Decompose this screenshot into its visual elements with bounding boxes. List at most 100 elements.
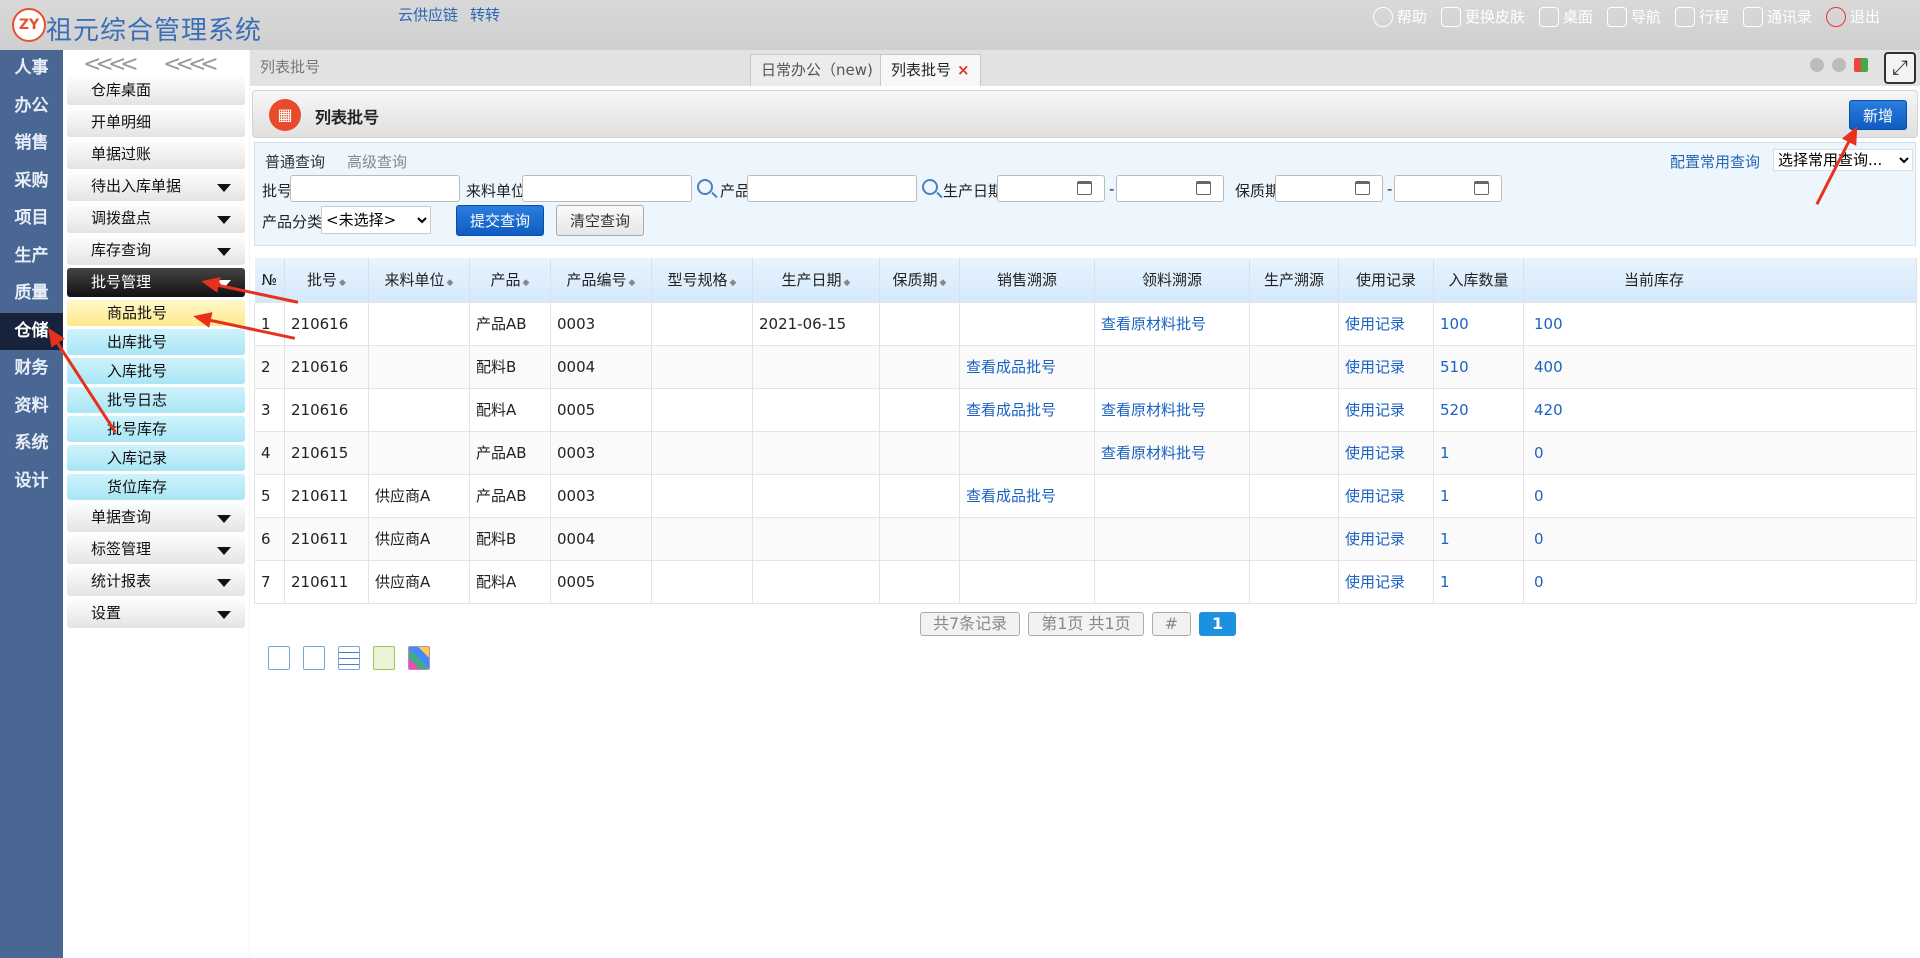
category-data[interactable]: 资料 [0,388,63,426]
fullscreen-button[interactable]: ⤢ [1884,52,1916,84]
table-cell[interactable]: 1 [1433,516,1524,561]
table-cell[interactable]: 查看原材料批号 [1094,301,1250,346]
submenu-pending-docs[interactable]: 待出入库单据 [67,172,245,201]
table-cell[interactable]: 查看成品批号 [959,387,1095,432]
table-cell[interactable]: 使用记录 [1338,516,1434,561]
top-link-zhuanzhuan[interactable]: 转转 [470,4,500,25]
table-cell[interactable]: 0 [1523,473,1917,518]
logout-button[interactable]: 退出 [1825,6,1880,27]
top-link-cloud-supply[interactable]: 云供应链 [398,4,458,25]
tab-advanced-query[interactable]: 高级查询 [347,151,407,172]
table-cell[interactable]: 0 [1523,430,1917,475]
pager-goto[interactable]: # [1151,612,1192,636]
submenu-label-management[interactable]: 标签管理 [67,535,245,564]
close-icon[interactable]: × [957,61,970,79]
col-header-mfg-date[interactable]: 生产日期 ◆ [752,258,880,302]
blank-grid-icon[interactable] [268,646,290,670]
submenu-inbound-batch[interactable]: 入库批号 [67,358,245,384]
tab-batch-list[interactable]: 列表批号 × [880,54,981,86]
table-cell[interactable]: 查看原材料批号 [1094,387,1250,432]
table-cell[interactable]: 420 [1523,387,1917,432]
category-project[interactable]: 项目 [0,200,63,238]
category-finance[interactable]: 财务 [0,350,63,388]
submenu-batch-stock[interactable]: 批号库存 [67,416,245,442]
category-hr[interactable]: 人事 [0,50,63,88]
submenu-doc-query[interactable]: 单据查询 [67,503,245,532]
search-icon[interactable] [922,179,938,195]
table-cell[interactable]: 400 [1523,344,1917,389]
color-grid-icon[interactable] [408,646,430,670]
submenu-doc-posting[interactable]: 单据过账 [67,140,245,169]
batch-input[interactable] [290,175,460,202]
table-cell[interactable]: 0 [1523,516,1917,561]
calendar-icon[interactable] [1077,181,1092,195]
schedule-button[interactable]: 行程 [1674,6,1729,27]
table-cell[interactable]: 查看原材料批号 [1094,430,1250,475]
table-cell[interactable]: 0 [1523,559,1917,604]
calendar-icon[interactable] [1474,181,1489,195]
tab-normal-query[interactable]: 普通查询 [265,151,325,172]
pager-current-page[interactable]: 1 [1199,612,1237,636]
table-cell[interactable]: 1 [1433,473,1524,518]
document-icon[interactable] [303,646,325,670]
calendar-icon[interactable] [1196,181,1211,195]
table-cell[interactable]: 使用记录 [1338,387,1434,432]
arrow-right-icon[interactable] [1832,58,1846,72]
category-purchase[interactable]: 采购 [0,163,63,201]
windows-grid-icon[interactable] [1854,58,1868,72]
collapse-menu-button[interactable]: <<<< <<<< [63,50,249,77]
table-icon[interactable] [338,646,360,670]
col-header-product[interactable]: 产品 ◆ [469,258,551,302]
table-cell[interactable]: 1 [1433,559,1524,604]
contacts-button[interactable]: 通讯录 [1742,6,1812,27]
submenu-reports[interactable]: 统计报表 [67,567,245,596]
table-cell[interactable]: 使用记录 [1338,301,1434,346]
table-cell[interactable]: 100 [1523,301,1917,346]
submenu-transfer-count[interactable]: 调拨盘点 [67,204,245,233]
clear-query-button[interactable]: 清空查询 [556,205,644,236]
edit-pen-icon[interactable] [373,646,395,670]
submenu-stock-query[interactable]: 库存查询 [67,236,245,265]
category-system[interactable]: 系统 [0,425,63,463]
table-cell[interactable]: 使用记录 [1338,344,1434,389]
submenu-warehouse-desktop[interactable]: 仓库桌面 [67,76,245,105]
search-icon[interactable] [697,179,713,195]
help-button[interactable]: 帮助 [1372,6,1427,27]
table-cell[interactable]: 510 [1433,344,1524,389]
desktop-button[interactable]: 桌面 [1538,6,1593,27]
table-cell[interactable]: 使用记录 [1338,559,1434,604]
table-cell[interactable]: 查看成品批号 [959,344,1095,389]
table-cell[interactable]: 使用记录 [1338,473,1434,518]
product-input[interactable] [747,175,917,202]
navigation-button[interactable]: 导航 [1606,6,1661,27]
category-sales[interactable]: 销售 [0,125,63,163]
category-office[interactable]: 办公 [0,88,63,126]
table-cell[interactable]: 100 [1433,301,1524,346]
table-cell [959,430,1095,475]
calendar-icon[interactable] [1355,181,1370,195]
submenu-inbound-record[interactable]: 入库记录 [67,445,245,471]
table-cell[interactable]: 使用记录 [1338,430,1434,475]
col-header-source[interactable]: 来料单位 ◆ [368,258,470,302]
submit-query-button[interactable]: 提交查询 [456,205,544,236]
col-header-product-code[interactable]: 产品编号 ◆ [550,258,652,302]
col-header-batch[interactable]: 批号 ◆ [284,258,369,302]
col-header-shelf-life[interactable]: 保质期 ◆ [879,258,960,302]
submenu-location-stock[interactable]: 货位库存 [67,474,245,500]
table-cell[interactable]: 1 [1433,430,1524,475]
tab-daily-office[interactable]: 日常办公（new) [750,54,884,86]
submenu-outbound-batch[interactable]: 出库批号 [67,329,245,355]
category-quality[interactable]: 质量 [0,275,63,313]
table-cell[interactable]: 520 [1433,387,1524,432]
config-common-query-link[interactable]: 配置常用查询 [1670,151,1760,172]
category-production[interactable]: 生产 [0,238,63,276]
submenu-settings[interactable]: 设置 [67,599,245,628]
arrow-left-icon[interactable] [1810,58,1824,72]
category-design[interactable]: 设计 [0,463,63,501]
col-header-model-spec[interactable]: 型号规格 ◆ [651,258,753,302]
table-cell[interactable]: 查看成品批号 [959,473,1095,518]
category-select[interactable]: <未选择> [321,206,431,234]
submenu-order-detail[interactable]: 开单明细 [67,108,245,137]
source-input[interactable] [522,175,692,202]
change-skin-button[interactable]: 更换皮肤 [1440,6,1525,27]
